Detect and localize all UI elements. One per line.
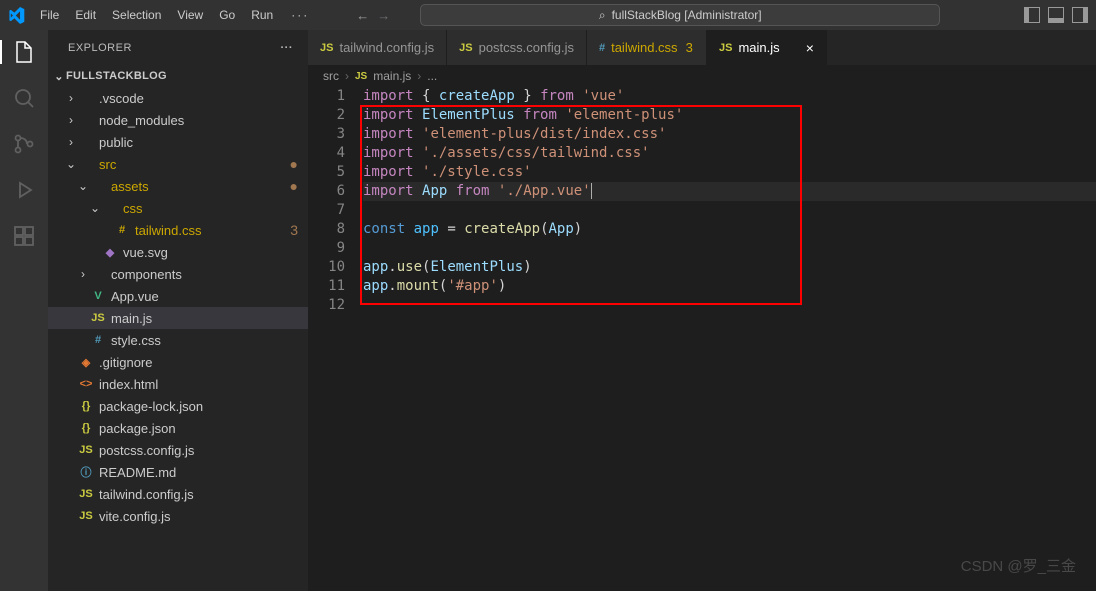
tree-item[interactable]: ⌄src● xyxy=(48,153,308,175)
editor-area: JStailwind.config.jsJSpostcss.config.js#… xyxy=(308,30,1096,591)
search-icon: ⌕ xyxy=(599,8,606,23)
editor-tab[interactable]: JSpostcss.config.js xyxy=(447,30,587,65)
tree-item[interactable]: ›components xyxy=(48,263,308,285)
sidebar-title: EXPLORER xyxy=(68,42,132,54)
chevron-right-icon: › xyxy=(345,69,349,83)
tree-item[interactable]: JSmain.js xyxy=(48,307,308,329)
tree-item[interactable]: ⌄assets● xyxy=(48,175,308,197)
titlebar: FileEditSelectionViewGoRun··· ← → ⌕ full… xyxy=(0,0,1096,30)
bc-part: main.js xyxy=(373,69,411,83)
menu-go[interactable]: Go xyxy=(212,4,242,26)
nav-forward-button[interactable]: → xyxy=(377,8,390,23)
tree-item[interactable]: {}package.json xyxy=(48,417,308,439)
tree-item[interactable]: #style.css xyxy=(48,329,308,351)
menu-selection[interactable]: Selection xyxy=(105,4,168,26)
vscode-logo-icon xyxy=(8,7,25,24)
line-gutter: 123456789101112 xyxy=(308,87,363,591)
menu-file[interactable]: File xyxy=(33,4,66,26)
scm-activity-icon[interactable] xyxy=(12,132,36,156)
editor-tab[interactable]: #tailwind.css3 xyxy=(587,30,707,65)
js-icon: JS xyxy=(355,71,367,82)
editor-tabs: JStailwind.config.jsJSpostcss.config.js#… xyxy=(308,30,1096,65)
command-center[interactable]: ⌕ fullStackBlog [Administrator] xyxy=(420,4,940,26)
menu-view[interactable]: View xyxy=(170,4,210,26)
project-root[interactable]: ⌄ FULLSTACKBLOG xyxy=(48,65,308,87)
menu-run[interactable]: Run xyxy=(244,4,280,26)
chevron-down-icon: ⌄ xyxy=(52,70,66,83)
layout-left-icon[interactable] xyxy=(1024,7,1040,23)
nav-back-button[interactable]: ← xyxy=(356,8,369,23)
extensions-activity-icon[interactable] xyxy=(12,224,36,248)
breadcrumb[interactable]: src › JS main.js › ... xyxy=(308,65,1096,87)
tree-item[interactable]: <>index.html xyxy=(48,373,308,395)
explorer-activity-icon[interactable] xyxy=(12,40,36,64)
explorer-sidebar: EXPLORER ··· ⌄ FULLSTACKBLOG ›.vscode›no… xyxy=(48,30,308,591)
menu-edit[interactable]: Edit xyxy=(68,4,103,26)
file-tree: ›.vscode›node_modules›public⌄src●⌄assets… xyxy=(48,87,308,591)
tree-item[interactable]: JSpostcss.config.js xyxy=(48,439,308,461)
sidebar-header: EXPLORER ··· xyxy=(48,30,308,65)
chevron-right-icon: › xyxy=(417,69,421,83)
bc-part: src xyxy=(323,69,339,83)
tree-item[interactable]: JSvite.config.js xyxy=(48,505,308,527)
tree-item[interactable]: ◆vue.svg xyxy=(48,241,308,263)
activity-bar xyxy=(0,30,48,591)
code-editor[interactable]: 123456789101112 import { createApp } fro… xyxy=(308,87,1096,591)
search-activity-icon[interactable] xyxy=(12,86,36,110)
tree-item[interactable]: JStailwind.config.js xyxy=(48,483,308,505)
menu-more[interactable]: ··· xyxy=(284,4,316,26)
debug-activity-icon[interactable] xyxy=(12,178,36,202)
project-name: FULLSTACKBLOG xyxy=(66,70,167,82)
menu-bar: FileEditSelectionViewGoRun··· xyxy=(33,4,316,26)
editor-tab[interactable]: JStailwind.config.js xyxy=(308,30,447,65)
tree-item[interactable]: ›.vscode xyxy=(48,87,308,109)
editor-tab[interactable]: JSmain.js× xyxy=(707,30,827,65)
layout-bottom-icon[interactable] xyxy=(1048,7,1064,23)
tree-item[interactable]: ⌄css xyxy=(48,197,308,219)
tree-item[interactable]: VApp.vue xyxy=(48,285,308,307)
bc-part: ... xyxy=(427,69,437,83)
tree-item[interactable]: #tailwind.css3 xyxy=(48,219,308,241)
tree-item[interactable]: ›public xyxy=(48,131,308,153)
tree-item[interactable]: ›node_modules xyxy=(48,109,308,131)
close-tab-icon[interactable]: × xyxy=(798,40,814,56)
code-content[interactable]: import { createApp } from 'vue'import El… xyxy=(363,87,1096,591)
command-center-text: fullStackBlog [Administrator] xyxy=(612,8,762,22)
tree-item[interactable]: {}package-lock.json xyxy=(48,395,308,417)
layout-right-icon[interactable] xyxy=(1072,7,1088,23)
layout-controls xyxy=(1024,7,1088,23)
tree-item[interactable]: ⓘREADME.md xyxy=(48,461,308,483)
sidebar-more-button[interactable]: ··· xyxy=(281,42,294,54)
tree-item[interactable]: ◈.gitignore xyxy=(48,351,308,373)
